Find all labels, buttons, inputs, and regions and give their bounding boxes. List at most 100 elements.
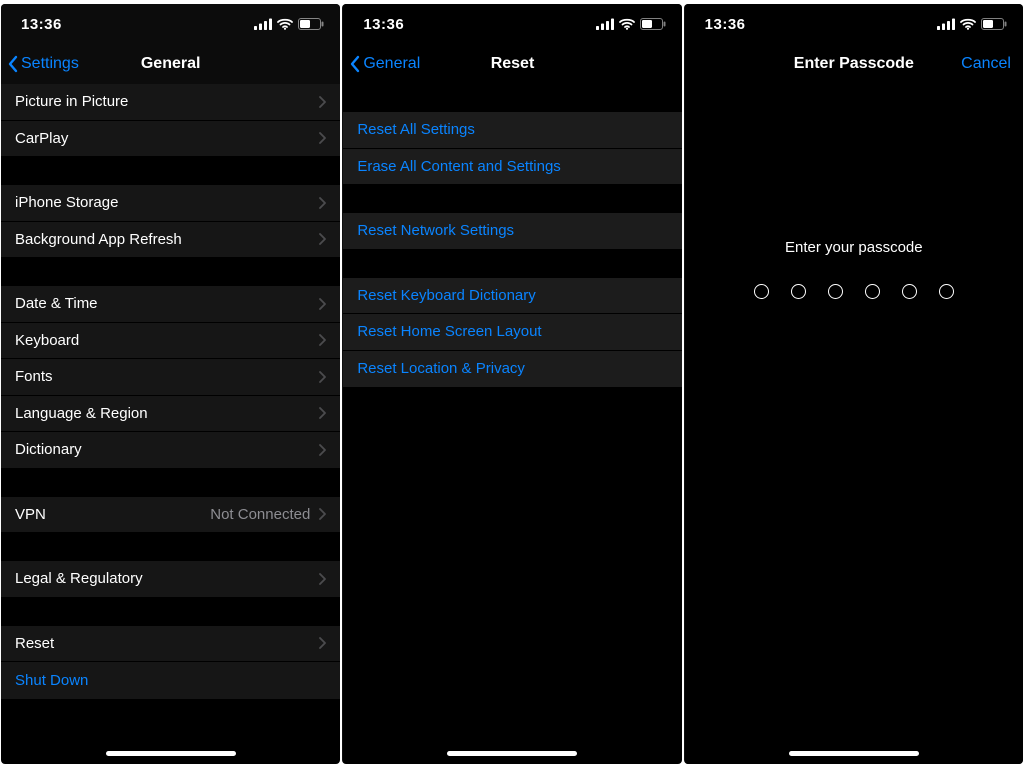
passcode-dots	[754, 284, 954, 299]
row-label: Background App Refresh	[15, 231, 318, 248]
screen-general: 13:36 Settings General	[1, 4, 340, 764]
chevron-right-icon	[318, 444, 326, 456]
chevron-right-icon	[318, 573, 326, 585]
passcode-dot	[865, 284, 880, 299]
status-indicators	[596, 18, 666, 30]
section-gap	[1, 598, 340, 626]
row-reset-network-settings[interactable]: Reset Network Settings	[343, 213, 681, 250]
row-language-region[interactable]: Language & Region	[1, 396, 340, 433]
home-indicator[interactable]	[789, 751, 919, 756]
row-label: Dictionary	[15, 441, 318, 458]
row-label: Picture in Picture	[15, 93, 318, 110]
chevron-right-icon	[318, 233, 326, 245]
row-legal-regulatory[interactable]: Legal & Regulatory	[1, 561, 340, 598]
passcode-prompt: Enter your passcode	[785, 239, 923, 256]
row-label: Erase All Content and Settings	[357, 158, 667, 175]
row-shut-down[interactable]: Shut Down	[1, 662, 340, 699]
chevron-right-icon	[318, 334, 326, 346]
nav-bar: General Reset	[343, 44, 681, 84]
row-reset-location-privacy[interactable]: Reset Location & Privacy	[343, 351, 681, 388]
wifi-icon	[619, 18, 635, 30]
passcode-dot	[828, 284, 843, 299]
row-label: Shut Down	[15, 672, 326, 689]
row-dictionary[interactable]: Dictionary	[1, 432, 340, 469]
cellular-icon	[596, 18, 614, 30]
section-gap	[1, 533, 340, 561]
row-label: VPN	[15, 506, 210, 523]
battery-icon	[298, 18, 324, 30]
status-bar: 13:36	[343, 4, 681, 44]
settings-list: Picture in Picture CarPlay iPhone Storag…	[1, 84, 340, 764]
nav-bar: Enter Passcode Cancel	[685, 44, 1023, 84]
status-time: 13:36	[21, 16, 62, 33]
passcode-dot	[791, 284, 806, 299]
row-label: Fonts	[15, 368, 318, 385]
passcode-dot	[939, 284, 954, 299]
row-iphone-storage[interactable]: iPhone Storage	[1, 185, 340, 222]
chevron-right-icon	[318, 197, 326, 209]
row-label: Reset Keyboard Dictionary	[357, 287, 667, 304]
status-indicators	[937, 18, 1007, 30]
section-gap	[343, 84, 681, 112]
section-gap	[1, 469, 340, 497]
home-indicator[interactable]	[106, 751, 236, 756]
row-label: Reset	[15, 635, 318, 652]
section-gap	[343, 185, 681, 213]
chevron-right-icon	[318, 298, 326, 310]
row-label: Reset Network Settings	[357, 222, 667, 239]
status-time: 13:36	[705, 16, 746, 33]
back-button[interactable]: General	[349, 44, 420, 84]
row-fonts[interactable]: Fonts	[1, 359, 340, 396]
row-label: Keyboard	[15, 332, 318, 349]
cancel-button[interactable]: Cancel	[961, 44, 1011, 84]
row-label: Language & Region	[15, 405, 318, 422]
row-background-app-refresh[interactable]: Background App Refresh	[1, 222, 340, 259]
wifi-icon	[960, 18, 976, 30]
nav-title: Reset	[491, 55, 535, 73]
nav-bar: Settings General	[1, 44, 340, 84]
home-indicator[interactable]	[447, 751, 577, 756]
back-label: Settings	[21, 55, 79, 73]
row-reset-home-screen-layout[interactable]: Reset Home Screen Layout	[343, 314, 681, 351]
chevron-right-icon	[318, 96, 326, 108]
screen-enter-passcode: 13:36 Enter Passcode Cancel Enter your p…	[684, 4, 1023, 764]
screen-reset: 13:36 General Reset	[342, 4, 681, 764]
row-value: Not Connected	[210, 506, 310, 523]
chevron-right-icon	[318, 371, 326, 383]
row-keyboard[interactable]: Keyboard	[1, 323, 340, 360]
back-label: General	[363, 55, 420, 73]
status-time: 13:36	[363, 16, 404, 33]
section-gap	[1, 258, 340, 286]
row-label: CarPlay	[15, 130, 318, 147]
battery-icon	[640, 18, 666, 30]
row-reset-keyboard-dictionary[interactable]: Reset Keyboard Dictionary	[343, 278, 681, 315]
nav-title: General	[141, 55, 201, 73]
row-label: iPhone Storage	[15, 194, 318, 211]
back-button[interactable]: Settings	[7, 44, 79, 84]
chevron-right-icon	[318, 132, 326, 144]
battery-icon	[981, 18, 1007, 30]
cellular-icon	[937, 18, 955, 30]
chevron-left-icon	[7, 55, 19, 73]
status-bar: 13:36	[685, 4, 1023, 44]
row-vpn[interactable]: VPN Not Connected	[1, 497, 340, 534]
row-picture-in-picture[interactable]: Picture in Picture	[1, 84, 340, 121]
row-reset-all-settings[interactable]: Reset All Settings	[343, 112, 681, 149]
nav-title: Enter Passcode	[794, 55, 914, 73]
row-label: Reset Location & Privacy	[357, 360, 667, 377]
cancel-label: Cancel	[961, 55, 1011, 73]
status-indicators	[254, 18, 324, 30]
reset-options-list: Reset All Settings Erase All Content and…	[343, 84, 681, 764]
row-label: Date & Time	[15, 295, 318, 312]
row-label: Reset Home Screen Layout	[357, 323, 667, 340]
passcode-dot	[754, 284, 769, 299]
wifi-icon	[277, 18, 293, 30]
row-reset[interactable]: Reset	[1, 626, 340, 663]
passcode-dot	[902, 284, 917, 299]
row-date-time[interactable]: Date & Time	[1, 286, 340, 323]
section-gap	[343, 250, 681, 278]
chevron-left-icon	[349, 55, 361, 73]
row-label: Reset All Settings	[357, 121, 667, 138]
row-carplay[interactable]: CarPlay	[1, 121, 340, 158]
row-erase-all-content[interactable]: Erase All Content and Settings	[343, 149, 681, 186]
